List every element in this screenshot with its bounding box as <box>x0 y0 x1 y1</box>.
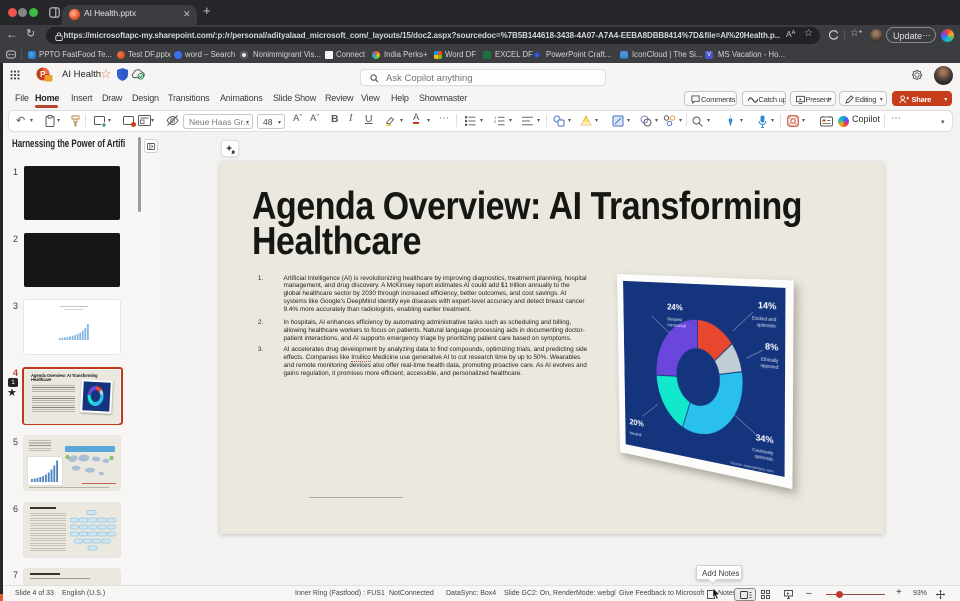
svg-text:P: P <box>40 70 46 79</box>
svg-text:8%: 8% <box>765 341 779 353</box>
svg-text:24%: 24% <box>667 302 683 313</box>
svg-text:2: 2 <box>494 119 497 124</box>
svg-text:14%: 14% <box>758 300 777 312</box>
svg-text:Deepest: Deepest <box>668 317 684 323</box>
